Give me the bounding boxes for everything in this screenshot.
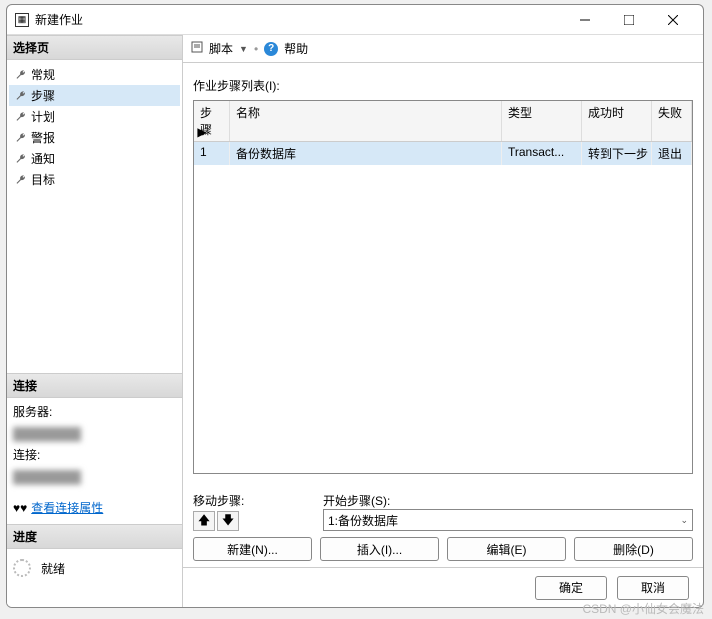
- wrench-icon: [15, 132, 27, 144]
- script-button[interactable]: 脚本: [209, 40, 233, 57]
- separator: •: [254, 42, 258, 56]
- action-buttons-row: 新建(N)... 插入(I)... 编辑(E) 删除(D): [193, 537, 693, 561]
- progress-status: 就绪: [41, 560, 65, 577]
- new-button[interactable]: 新建(N)...: [193, 537, 312, 561]
- sidebar-item-label: 常规: [31, 66, 55, 83]
- wrench-icon: [15, 153, 27, 165]
- step-list-label: 作业步骤列表(I):: [193, 77, 693, 94]
- close-button[interactable]: [651, 6, 695, 34]
- connection-header: 连接: [7, 373, 182, 398]
- toolbar: 脚本 ▼ • ? 帮助: [183, 35, 703, 63]
- sidebar-item-steps[interactable]: 步骤: [9, 85, 180, 106]
- cell-type: Transact...: [502, 142, 582, 165]
- chevron-down-icon: ⌄: [680, 515, 688, 526]
- start-step-value: 1:备份数据库: [328, 512, 398, 529]
- wrench-icon: [15, 111, 27, 123]
- watermark: CSDN @小仙女会魔法: [582, 600, 704, 617]
- help-button[interactable]: 帮助: [284, 40, 308, 57]
- col-type[interactable]: 类型: [502, 101, 582, 141]
- dialog-body: 选择页 常规 步骤 计划 警报 通知 目标 连接 服务器: ████████ 连…: [7, 35, 703, 607]
- sidebar-item-schedule[interactable]: 计划: [9, 106, 180, 127]
- progress-header: 进度: [7, 524, 182, 549]
- table-row[interactable]: 1 备份数据库 Transact... 转到下一步 退出: [194, 142, 692, 165]
- delete-button[interactable]: 删除(D): [574, 537, 693, 561]
- start-step-combo[interactable]: 1:备份数据库 ⌄: [323, 509, 693, 531]
- move-down-button[interactable]: 🡇: [217, 511, 239, 531]
- sidebar-item-general[interactable]: 常规: [9, 64, 180, 85]
- view-connection-properties-link[interactable]: 查看连接属性: [31, 498, 103, 520]
- dropdown-icon[interactable]: ▼: [239, 44, 248, 54]
- script-icon: [191, 41, 203, 56]
- dialog-window: ▦ 新建作业 选择页 常规 步骤 计划 警报 通知 目标 连接 服务器: ███…: [6, 4, 704, 608]
- sidebar-item-label: 目标: [31, 171, 55, 188]
- col-name[interactable]: 名称: [230, 101, 502, 141]
- server-value: ████████: [13, 424, 176, 446]
- window-buttons: [563, 6, 695, 34]
- conn-value: ████████: [13, 467, 176, 489]
- start-step-group: 开始步骤(S): 1:备份数据库 ⌄: [323, 492, 693, 531]
- server-label: 服务器:: [13, 402, 176, 424]
- grid-header: 步骤 名称 类型 成功时 失败: [194, 101, 692, 142]
- content-area: 作业步骤列表(I): 步骤 名称 类型 成功时 失败 1 备份数据库 Trans…: [183, 63, 703, 482]
- move-step-group: 移动步骤: 🡅 🡇: [193, 492, 313, 531]
- step-grid[interactable]: 步骤 名称 类型 成功时 失败 1 备份数据库 Transact... 转到下一…: [193, 100, 693, 474]
- titlebar: ▦ 新建作业: [7, 5, 703, 35]
- cell-step: 1: [194, 142, 230, 165]
- maximize-button[interactable]: [607, 6, 651, 34]
- sidebar: 选择页 常规 步骤 计划 警报 通知 目标 连接 服务器: ████████ 连…: [7, 35, 183, 607]
- conn-label: 连接:: [13, 445, 176, 467]
- edit-button[interactable]: 编辑(E): [447, 537, 566, 561]
- sidebar-spacer: [7, 194, 182, 373]
- spinner-icon: [13, 559, 31, 577]
- view-conn-props-row: ♥♥ 查看连接属性: [13, 498, 176, 520]
- sidebar-item-label: 步骤: [31, 87, 55, 104]
- sidebar-item-targets[interactable]: 目标: [9, 169, 180, 190]
- move-step-label: 移动步骤:: [193, 492, 313, 509]
- app-icon: ▦: [15, 13, 29, 27]
- cell-fail: 退出: [652, 142, 692, 165]
- cell-name: 备份数据库: [230, 142, 502, 165]
- cancel-button[interactable]: 取消: [617, 576, 689, 600]
- sidebar-item-label: 警报: [31, 129, 55, 146]
- col-fail[interactable]: 失败: [652, 101, 692, 141]
- select-page-header: 选择页: [7, 35, 182, 60]
- cell-success: 转到下一步: [582, 142, 652, 165]
- sidebar-item-alerts[interactable]: 警报: [9, 127, 180, 148]
- start-step-label: 开始步骤(S):: [323, 492, 693, 509]
- wrench-icon: [15, 69, 27, 81]
- window-title: 新建作业: [35, 11, 563, 28]
- wrench-icon: [15, 90, 27, 102]
- sidebar-item-label: 通知: [31, 150, 55, 167]
- wrench-icon: [15, 174, 27, 186]
- progress-body: 就绪: [7, 549, 182, 607]
- main-panel: 脚本 ▼ • ? 帮助 作业步骤列表(I): 步骤 名称 类型 成功时 失败: [183, 35, 703, 607]
- minimize-button[interactable]: [563, 6, 607, 34]
- col-success[interactable]: 成功时: [582, 101, 652, 141]
- bottom-controls: 移动步骤: 🡅 🡇 开始步骤(S): 1:备份数据库 ⌄: [183, 482, 703, 567]
- sidebar-item-label: 计划: [31, 108, 55, 125]
- sidebar-item-notify[interactable]: 通知: [9, 148, 180, 169]
- move-up-button[interactable]: 🡅: [193, 511, 215, 531]
- row-marker-icon: ▶: [194, 123, 210, 141]
- connection-icon: ♥♥: [13, 498, 27, 520]
- ok-button[interactable]: 确定: [535, 576, 607, 600]
- insert-button[interactable]: 插入(I)...: [320, 537, 439, 561]
- help-icon: ?: [264, 42, 278, 56]
- connection-body: 服务器: ████████ 连接: ████████ ♥♥ 查看连接属性: [7, 398, 182, 524]
- nav-list: 常规 步骤 计划 警报 通知 目标: [7, 60, 182, 194]
- move-start-row: 移动步骤: 🡅 🡇 开始步骤(S): 1:备份数据库 ⌄: [193, 492, 693, 531]
